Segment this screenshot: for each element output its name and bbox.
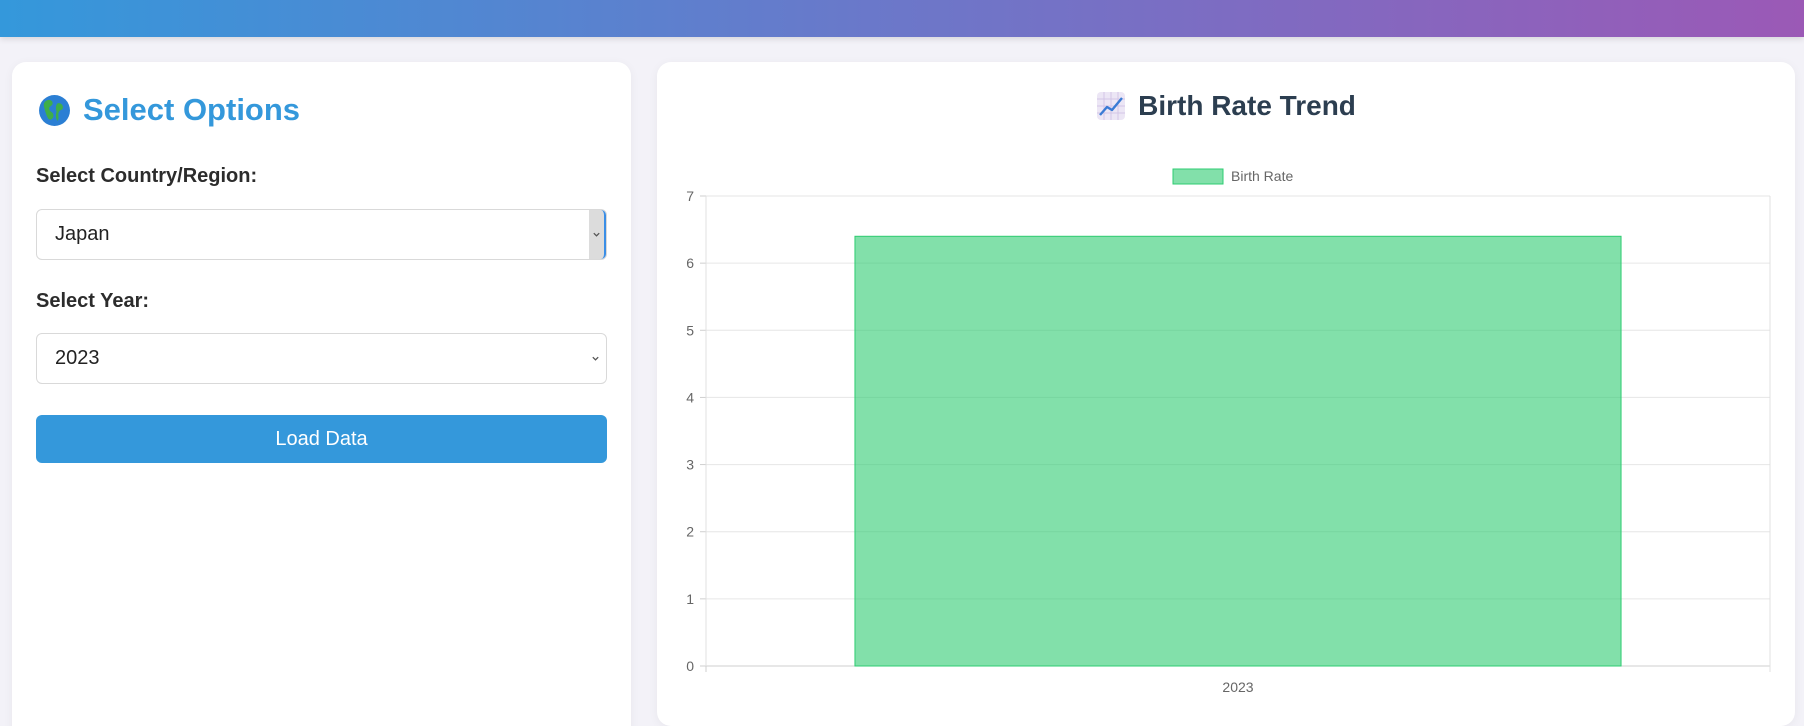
- y-tick-label: 7: [686, 188, 694, 204]
- load-data-button[interactable]: Load Data: [36, 415, 607, 463]
- options-panel-title-text: Select Options: [83, 92, 301, 127]
- y-tick-label: 1: [686, 591, 694, 607]
- legend-label: Birth Rate: [1231, 168, 1293, 184]
- y-tick-label: 6: [686, 255, 694, 271]
- y-tick-label: 2: [686, 524, 694, 540]
- year-select[interactable]: 2023: [36, 333, 607, 384]
- y-tick-label: 3: [686, 457, 694, 473]
- legend-swatch: [1172, 168, 1224, 185]
- y-tick-label: 0: [686, 658, 694, 674]
- bar: [854, 235, 1622, 667]
- country-select-value: Japan: [55, 223, 110, 245]
- chart-panel: Birth Rate Trend 0 1 2 3 4 5 6 7 2023 Birth Rate: [657, 62, 1795, 726]
- options-panel: Select Options Select Country/Region: Ja…: [12, 62, 631, 726]
- country-select[interactable]: Japan: [36, 209, 607, 260]
- y-tick-label: 4: [686, 389, 694, 405]
- options-panel-title: Select Options: [38, 92, 300, 128]
- chevron-down-icon[interactable]: [587, 334, 604, 383]
- x-tick-label: 2023: [1222, 679, 1253, 695]
- y-tick-label: 5: [686, 322, 694, 338]
- country-label: Select Country/Region:: [36, 165, 258, 187]
- bar-chart: 0 1 2 3 4 5 6 7 2023 Birth Rate: [686, 168, 1771, 695]
- chevron-down-icon[interactable]: [589, 210, 606, 259]
- year-label: Select Year:: [36, 290, 150, 312]
- top-header-bar: [0, 0, 1804, 37]
- globe-icon: [38, 94, 71, 127]
- year-select-value: 2023: [55, 347, 100, 369]
